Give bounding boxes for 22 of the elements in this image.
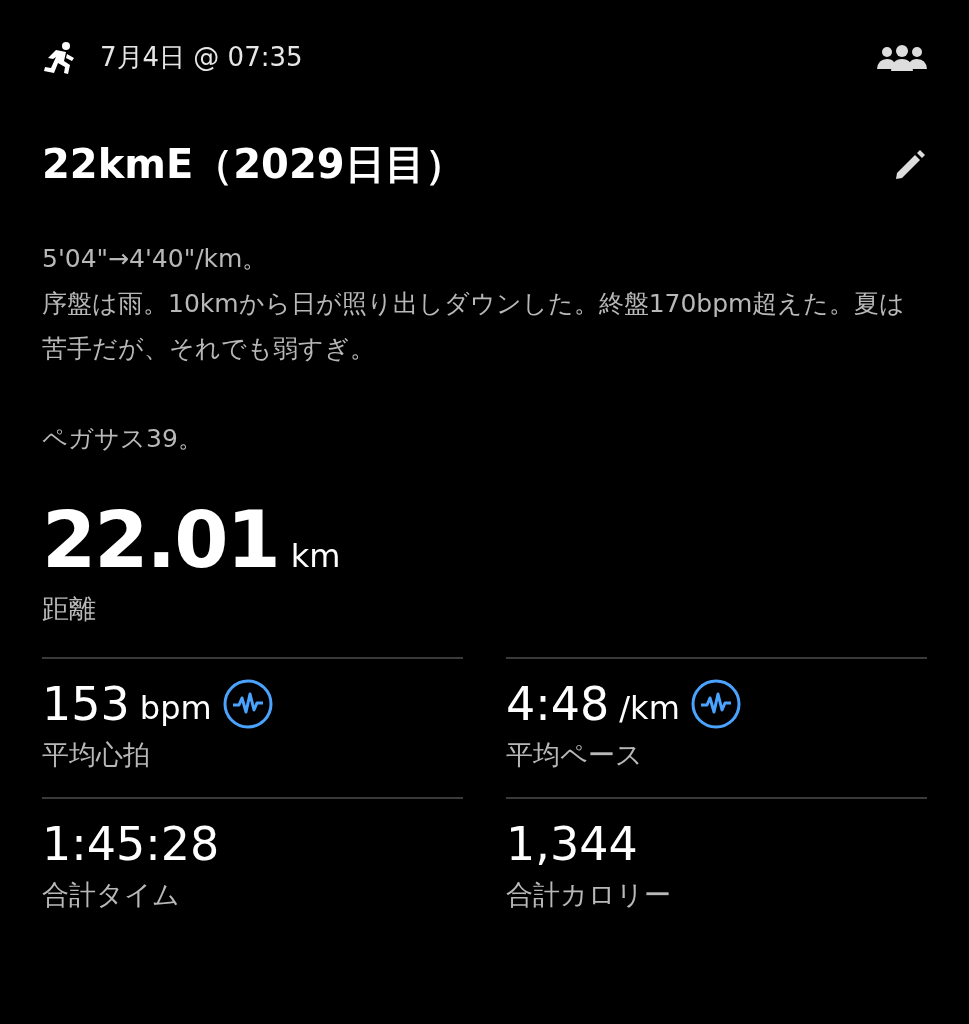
stat-label: 合計カロリー xyxy=(506,878,672,912)
activity-date: 7月4日 @ 07:35 xyxy=(100,41,303,74)
stat-unit: /km xyxy=(619,689,680,727)
distance-value: 22.01 xyxy=(42,495,279,585)
stat-value: 153 xyxy=(42,677,130,731)
pencil-icon[interactable] xyxy=(893,147,927,182)
stat-value: 1:45:28 xyxy=(42,817,220,871)
activity-notes: 5'04"→4'40"/km。 xyxy=(42,243,269,275)
activity-notes: ペガサス39。 xyxy=(42,423,204,455)
heartbeat-chart-icon[interactable] xyxy=(221,678,274,730)
stat-label: 平均心拍 xyxy=(42,738,151,772)
stat-unit: bpm xyxy=(139,689,212,727)
stat-label: 平均ペース xyxy=(506,738,644,772)
distance-unit: km xyxy=(290,537,341,575)
stat-value: 1,344 xyxy=(506,817,638,871)
activity-notes: 序盤は雨。10kmから日が照り出しダウンした。終盤170bpm超えた。夏は苦手だが、それでも弱すぎ。 xyxy=(42,288,907,365)
activity-title: 22kmE（2029日目） xyxy=(42,140,465,189)
group-icon[interactable] xyxy=(877,44,927,71)
stat-value: 4:48 xyxy=(506,677,610,731)
heartbeat-chart-icon[interactable] xyxy=(689,678,742,730)
stat-label: 合計タイム xyxy=(42,878,181,912)
distance-label: 距離 xyxy=(42,592,97,626)
